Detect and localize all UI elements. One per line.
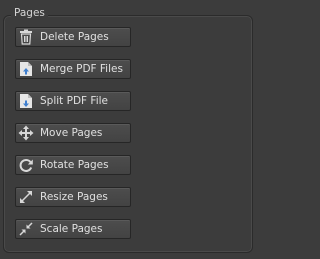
scale-pages-button[interactable]: Scale Pages bbox=[15, 219, 131, 239]
scale-icon bbox=[18, 221, 34, 237]
move-pages-button[interactable]: Move Pages bbox=[15, 123, 131, 143]
split-icon bbox=[18, 93, 34, 109]
split-pdf-file-label: Split PDF File bbox=[40, 95, 108, 107]
merge-pdf-files-label: Merge PDF Files bbox=[40, 63, 123, 75]
move-icon bbox=[18, 125, 34, 141]
rotate-pages-button[interactable]: Rotate Pages bbox=[15, 155, 131, 175]
split-pdf-file-button[interactable]: Split PDF File bbox=[15, 91, 131, 111]
trash-icon bbox=[18, 29, 34, 45]
resize-icon bbox=[18, 189, 34, 205]
delete-pages-label: Delete Pages bbox=[40, 31, 109, 43]
resize-pages-button[interactable]: Resize Pages bbox=[15, 187, 131, 207]
merge-icon bbox=[18, 61, 34, 77]
pages-group-title: Pages bbox=[11, 6, 48, 20]
rotate-icon bbox=[18, 157, 34, 173]
merge-pdf-files-button[interactable]: Merge PDF Files bbox=[15, 59, 131, 79]
move-pages-label: Move Pages bbox=[40, 127, 103, 139]
scale-pages-label: Scale Pages bbox=[40, 223, 103, 235]
delete-pages-button[interactable]: Delete Pages bbox=[15, 27, 131, 47]
rotate-pages-label: Rotate Pages bbox=[40, 159, 109, 171]
resize-pages-label: Resize Pages bbox=[40, 191, 108, 203]
